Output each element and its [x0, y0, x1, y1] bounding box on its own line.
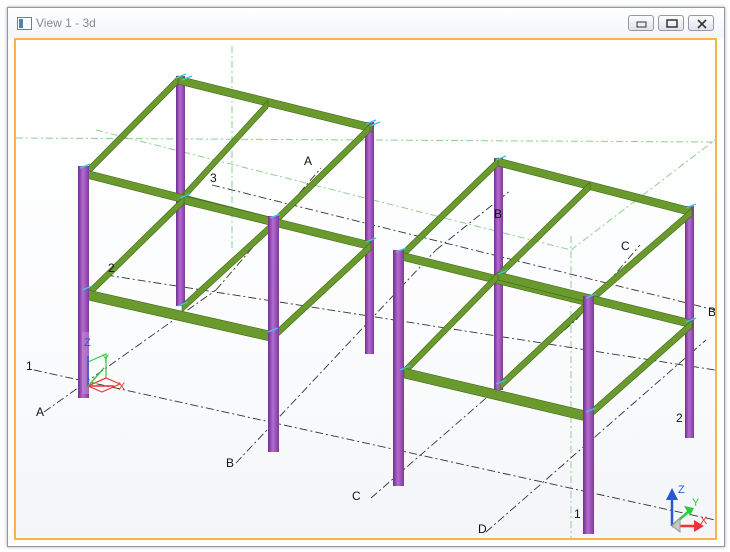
- minimize-icon: [636, 21, 647, 28]
- local-axis-x-label: X: [118, 381, 126, 393]
- beam[interactable]: [400, 157, 499, 261]
- grid-label-row-1-left: 1: [26, 359, 33, 373]
- beam[interactable]: [497, 271, 693, 329]
- beam[interactable]: [587, 207, 693, 307]
- grid-label-col-a-top: A: [304, 154, 312, 168]
- title-bar[interactable]: View 1 - 3d: [8, 8, 724, 38]
- grid-label-col-c-top: C: [621, 239, 630, 253]
- column[interactable]: [176, 76, 185, 306]
- beam[interactable]: [499, 181, 591, 279]
- grid-label-row-3-left: 3: [210, 171, 217, 185]
- grid-label-col-d-bottom: D: [478, 522, 487, 536]
- beam[interactable]: [497, 157, 693, 217]
- local-axis-z-label: Z: [84, 337, 91, 349]
- beam[interactable]: [87, 195, 185, 299]
- global-axis-y-label: Y: [692, 497, 700, 509]
- beam[interactable]: [273, 241, 372, 341]
- global-axis-triad: Z Y X: [666, 484, 708, 533]
- grid-label-row-1-right: 1: [574, 507, 581, 521]
- right-frame[interactable]: [393, 155, 697, 534]
- minimize-button[interactable]: [628, 15, 654, 31]
- grid-label-row-2-right: 2: [676, 411, 683, 425]
- column[interactable]: [365, 122, 374, 354]
- node-markers: [79, 73, 381, 333]
- grid-label-col-c-bottom: C: [352, 489, 361, 503]
- left-frame[interactable]: [78, 73, 381, 452]
- global-axis-z-label: Z: [678, 484, 685, 496]
- 3d-viewport[interactable]: 1 2 3 A A B B C C D B 2 1: [14, 38, 717, 540]
- grid-label-row-2-left: 2: [108, 261, 115, 275]
- column[interactable]: [583, 296, 594, 534]
- local-axis-triad: Z Y X: [82, 332, 126, 394]
- maximize-button[interactable]: [658, 15, 684, 31]
- close-icon: [697, 19, 707, 29]
- grid-label-col-a-bottom: A: [36, 405, 44, 419]
- beam[interactable]: [177, 75, 373, 133]
- view-window: View 1 - 3d 1 2 3 A A B B C C D 2 1 Z Y …: [7, 7, 725, 547]
- grid-label-col-b-right: B: [708, 305, 715, 319]
- beam[interactable]: [499, 297, 591, 391]
- local-axis-y-label: Y: [102, 353, 110, 365]
- column[interactable]: [393, 250, 404, 486]
- beam[interactable]: [181, 219, 275, 313]
- grid-label-col-b-top: B: [494, 207, 502, 221]
- beam[interactable]: [587, 319, 693, 421]
- view-app-icon: [17, 17, 32, 30]
- maximize-icon: [666, 19, 678, 28]
- grid-lines: [33, 167, 715, 533]
- window-title: View 1 - 3d: [36, 16, 96, 30]
- close-button[interactable]: [688, 15, 714, 31]
- global-axis-x-label: X: [700, 515, 708, 527]
- column[interactable]: [268, 216, 279, 452]
- model-canvas[interactable]: 1 2 3 A A B B C C D B 2 1: [16, 40, 715, 538]
- beam[interactable]: [84, 75, 179, 179]
- beam[interactable]: [183, 99, 269, 201]
- grid-label-col-b-bottom: B: [226, 456, 234, 470]
